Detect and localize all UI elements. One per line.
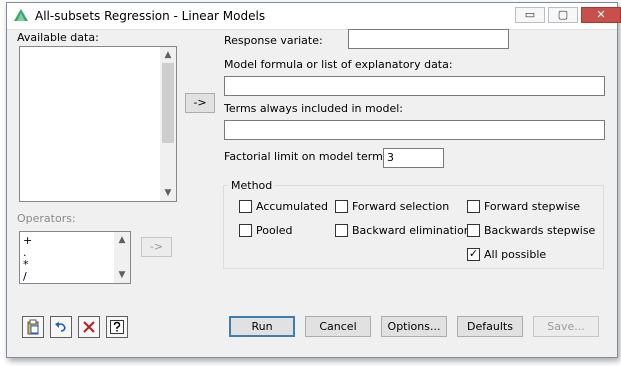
clear-icon [83,321,95,333]
pooled-label[interactable]: Pooled [256,224,293,237]
backwards-stepwise-checkbox[interactable] [467,224,480,237]
terms-label: Terms always included in model: [224,102,403,115]
close-icon: ✕ [596,8,606,21]
scroll-up-icon[interactable]: ▲ [160,48,176,62]
accumulated-checkbox[interactable] [239,200,252,213]
save-button[interactable]: Save... [533,316,599,337]
available-data-list[interactable]: ▲ ▼ [19,46,177,202]
help-button[interactable] [106,316,128,338]
backward-elimination-label[interactable]: Backward elimination [352,224,471,237]
defaults-button[interactable]: Defaults [457,316,523,337]
minimize-button[interactable]: ▭ [515,7,545,23]
pooled-checkbox[interactable] [239,224,252,237]
maximize-icon: ▢ [557,8,569,21]
close-button[interactable]: ✕ [581,7,621,23]
title-bar: All-subsets Regression - Linear Models ▭… [7,3,621,30]
dialog-window: All-subsets Regression - Linear Models ▭… [6,2,621,358]
operators-list[interactable]: + . * / ▲ ▼ [19,231,131,284]
operators-label: Operators: [17,212,76,225]
help-icon [110,320,124,334]
model-formula-label: Model formula or list of explanatory dat… [224,58,453,71]
app-icon [14,9,28,21]
scroll-down-icon[interactable]: ▼ [160,186,176,200]
all-possible-label[interactable]: All possible [484,248,546,261]
window-title: All-subsets Regression - Linear Models [35,9,266,23]
clipboard-icon [27,319,39,335]
list-item[interactable]: / [23,270,27,283]
method-group-title: Method [228,179,276,192]
accumulated-label[interactable]: Accumulated [256,200,328,213]
options-button[interactable]: Options... [381,316,447,337]
forward-stepwise-checkbox[interactable] [467,200,480,213]
cancel-button[interactable]: Cancel [305,316,371,337]
forward-selection-label[interactable]: Forward selection [352,200,449,213]
scroll-up-icon[interactable]: ▲ [114,233,130,247]
scroll-down-icon[interactable]: ▼ [114,268,130,282]
undo-button[interactable] [50,316,72,338]
operators-scrollbar[interactable]: ▲ ▼ [114,232,130,283]
backwards-stepwise-label[interactable]: Backwards stepwise [484,224,595,237]
model-formula-field[interactable] [224,76,605,96]
maximize-button[interactable]: ▢ [548,7,578,23]
factorial-limit-label: Factorial limit on model terms: [224,150,393,163]
checkmark-icon: ✓ [468,247,479,260]
available-data-label: Available data: [17,31,99,44]
available-data-scrollbar[interactable]: ▲ ▼ [160,47,176,201]
response-variate-field[interactable] [348,29,509,49]
undo-icon [55,322,66,332]
backward-elimination-checkbox[interactable] [335,224,348,237]
scroll-thumb[interactable] [162,63,174,143]
clear-button[interactable] [78,316,100,338]
operator-transfer-button[interactable]: -> [141,237,172,257]
run-button[interactable]: Run [229,316,295,337]
factorial-limit-field[interactable]: 3 [383,148,444,168]
minimize-icon: ▭ [524,8,536,21]
transfer-button[interactable]: -> [185,93,215,113]
forward-stepwise-label[interactable]: Forward stepwise [484,200,580,213]
all-possible-checkbox[interactable]: ✓ [467,247,480,261]
forward-selection-checkbox[interactable] [335,200,348,213]
clipboard-button[interactable] [22,316,44,338]
terms-field[interactable] [224,120,605,140]
response-variate-label: Response variate: [224,34,323,47]
